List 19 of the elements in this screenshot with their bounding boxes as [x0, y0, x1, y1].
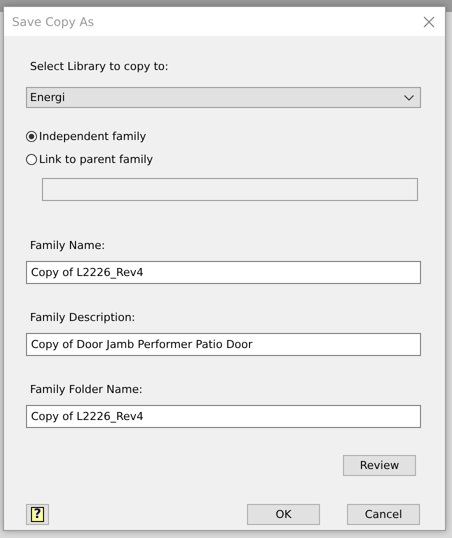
close-icon[interactable] [423, 16, 435, 28]
radio-option[interactable]: Link to parent family [26, 150, 421, 168]
field-label: Family Description: [30, 311, 136, 324]
chevron-down-icon [404, 94, 414, 100]
dialog-button[interactable]: OK [247, 504, 320, 525]
window-title: Save Copy As [12, 14, 94, 28]
radio-button[interactable] [26, 130, 37, 142]
text-field[interactable]: Copy of L2226_Rev4 [26, 261, 421, 284]
library-dropdown[interactable]: Energi [26, 87, 421, 108]
help-button[interactable]: ? [26, 504, 49, 525]
field-label: Family Folder Name: [30, 383, 144, 396]
text-field[interactable]: Copy of Door Jamb Performer Patio Door [26, 333, 421, 356]
radio-button[interactable] [26, 154, 37, 164]
field-label: Family Name: [30, 239, 106, 252]
text-field[interactable]: Copy of L2226_Rev4 [26, 405, 421, 428]
radio-option[interactable]: Independent family [26, 127, 421, 145]
library-label: Select Library to copy to: [30, 60, 170, 73]
dialog-button[interactable]: Cancel [347, 504, 420, 525]
review-button[interactable]: Review [343, 455, 416, 476]
